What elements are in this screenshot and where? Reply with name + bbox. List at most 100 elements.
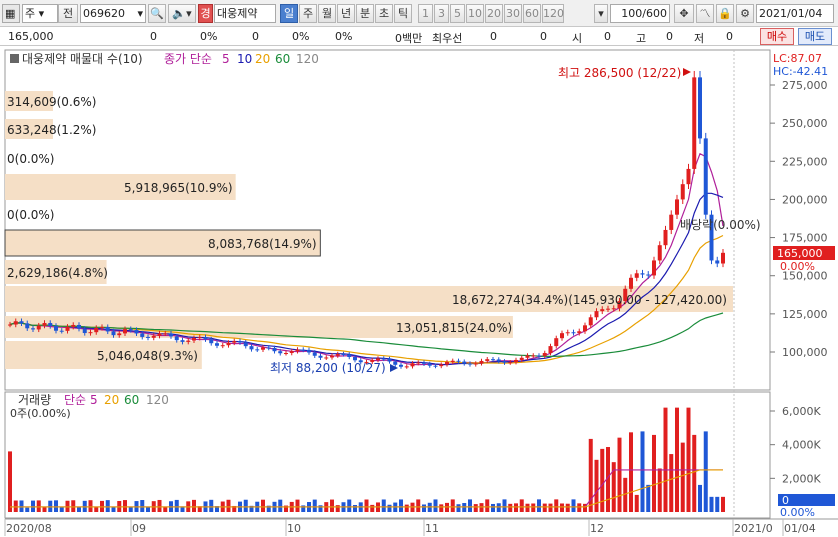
volume-bar bbox=[514, 503, 518, 512]
volume-bar bbox=[634, 494, 639, 512]
volume-bar bbox=[59, 507, 64, 512]
sell-button[interactable]: 매도 bbox=[798, 28, 832, 45]
prev-button[interactable]: 전 bbox=[58, 4, 78, 23]
candle-body bbox=[249, 346, 254, 350]
volume-tick-label: 2,000K bbox=[782, 472, 821, 485]
period-tab-4[interactable]: 분 bbox=[356, 4, 374, 23]
volume-profile-label: 0(0.0%) bbox=[7, 208, 54, 222]
candle-body bbox=[703, 138, 708, 215]
volume-bar bbox=[496, 503, 501, 512]
period-tab-3[interactable]: 년 bbox=[337, 4, 355, 23]
volume-bar bbox=[54, 500, 58, 512]
candle-body bbox=[565, 332, 570, 334]
candle-body bbox=[36, 325, 41, 330]
period-tab-0[interactable]: 일 bbox=[280, 4, 298, 23]
grid-icon[interactable]: ▦ bbox=[2, 4, 20, 23]
candle-body bbox=[445, 362, 449, 365]
price-panel bbox=[4, 49, 771, 391]
settings-icon[interactable]: ⚙ bbox=[736, 4, 754, 23]
volume-bar bbox=[157, 499, 162, 512]
price-tick-label: 275,000 bbox=[782, 79, 828, 92]
candle-body bbox=[146, 336, 150, 338]
volume-bar bbox=[473, 504, 478, 512]
candle-body bbox=[163, 333, 168, 335]
candle-body bbox=[715, 260, 720, 264]
volume-bar bbox=[675, 407, 679, 512]
stock-code-value: 069620 bbox=[83, 7, 125, 20]
candle-body bbox=[25, 323, 30, 329]
candle-body bbox=[393, 361, 398, 365]
field-5: 0% bbox=[335, 30, 353, 43]
chart-type-select[interactable]: 주 ▾ bbox=[22, 4, 58, 23]
stock-chart[interactable]: 275,000250,000225,000200,000175,000150,0… bbox=[0, 47, 838, 537]
candle-body bbox=[169, 333, 173, 337]
volume-bar bbox=[105, 500, 110, 512]
volume-profile-label: 18,672,274(34.4%)(145,930.00 - 127,420.0… bbox=[452, 293, 727, 307]
candle-body bbox=[82, 328, 87, 334]
volume-bar bbox=[111, 506, 116, 512]
interval-tab-60[interactable]: 60 bbox=[523, 4, 541, 23]
volume-bar bbox=[479, 503, 484, 512]
candle-body bbox=[381, 358, 386, 360]
candle-body bbox=[531, 355, 536, 357]
interval-tab-3[interactable]: 3 bbox=[434, 4, 449, 23]
search-icon[interactable]: 🔍 bbox=[148, 4, 166, 23]
chart-tool-icon[interactable]: 〽 bbox=[696, 4, 714, 23]
lock-icon[interactable]: 🔒 bbox=[716, 4, 734, 23]
candle-body bbox=[335, 354, 340, 356]
volume-panel-title: 거래량 bbox=[18, 393, 51, 407]
volume-bar bbox=[537, 499, 541, 512]
interval-tab-5[interactable]: 5 bbox=[450, 4, 465, 23]
ma-period-60: 60 bbox=[275, 52, 290, 66]
candle-body bbox=[123, 329, 127, 334]
candle-body bbox=[261, 347, 265, 350]
candle-body bbox=[485, 359, 490, 361]
candle-body bbox=[468, 363, 472, 365]
volume-bar bbox=[468, 499, 472, 512]
candle-body bbox=[341, 354, 346, 356]
volume-bar bbox=[571, 499, 576, 512]
volume-bar bbox=[698, 484, 702, 512]
candle-body bbox=[634, 273, 639, 278]
period-tab-1[interactable]: 주 bbox=[299, 4, 317, 23]
stock-code-input[interactable]: 069620 ▾ bbox=[80, 4, 146, 23]
interval-tab-10[interactable]: 10 bbox=[466, 4, 484, 23]
candle-body bbox=[353, 356, 357, 361]
volume-bar bbox=[715, 496, 720, 512]
volume-bar bbox=[140, 500, 145, 512]
dropdown-icon[interactable]: ▾ bbox=[594, 4, 608, 23]
candle-body bbox=[65, 326, 70, 331]
volume-bar bbox=[491, 503, 495, 512]
price-tick-label: 225,000 bbox=[782, 155, 828, 168]
volume-bar bbox=[8, 451, 12, 512]
count-input[interactable]: 100/600 bbox=[610, 4, 670, 23]
quote-bar: 165,000 0 0% 0 0% 0% 0백만 최우선 0 0 시 0 고 0… bbox=[0, 27, 838, 46]
candle-body bbox=[94, 327, 99, 333]
volume-bar bbox=[669, 454, 674, 512]
interval-tab-120[interactable]: 120 bbox=[542, 4, 564, 23]
candle-body bbox=[111, 331, 116, 336]
period-tab-2[interactable]: 월 bbox=[318, 4, 336, 23]
interval-tab-1[interactable]: 1 bbox=[418, 4, 433, 23]
volume-bar bbox=[31, 500, 35, 512]
candle-body bbox=[652, 260, 656, 276]
volume-bar bbox=[617, 437, 622, 512]
volume-ma-period-60: 60 bbox=[124, 393, 139, 407]
period-tab-6[interactable]: 틱 bbox=[394, 4, 412, 23]
interval-tab-20[interactable]: 20 bbox=[485, 4, 503, 23]
sound-icon[interactable]: 🔈▾ bbox=[168, 4, 196, 23]
volume-bar bbox=[646, 484, 651, 512]
candle-body bbox=[462, 361, 467, 364]
period-tab-5[interactable]: 초 bbox=[375, 4, 393, 23]
interval-tab-30[interactable]: 30 bbox=[504, 4, 522, 23]
chart-type-value: 주 bbox=[25, 7, 36, 20]
volume-bar bbox=[77, 507, 81, 512]
date-input[interactable]: 2021/01/04 bbox=[756, 4, 834, 23]
volume-bar bbox=[370, 504, 375, 512]
buy-button[interactable]: 매수 bbox=[760, 28, 794, 45]
crosshair-icon[interactable]: ✥ bbox=[674, 4, 694, 23]
volume-bar bbox=[347, 499, 352, 512]
x-axis-label: 10 bbox=[287, 522, 301, 535]
volume-bar bbox=[25, 507, 30, 512]
candle-body bbox=[278, 351, 283, 354]
